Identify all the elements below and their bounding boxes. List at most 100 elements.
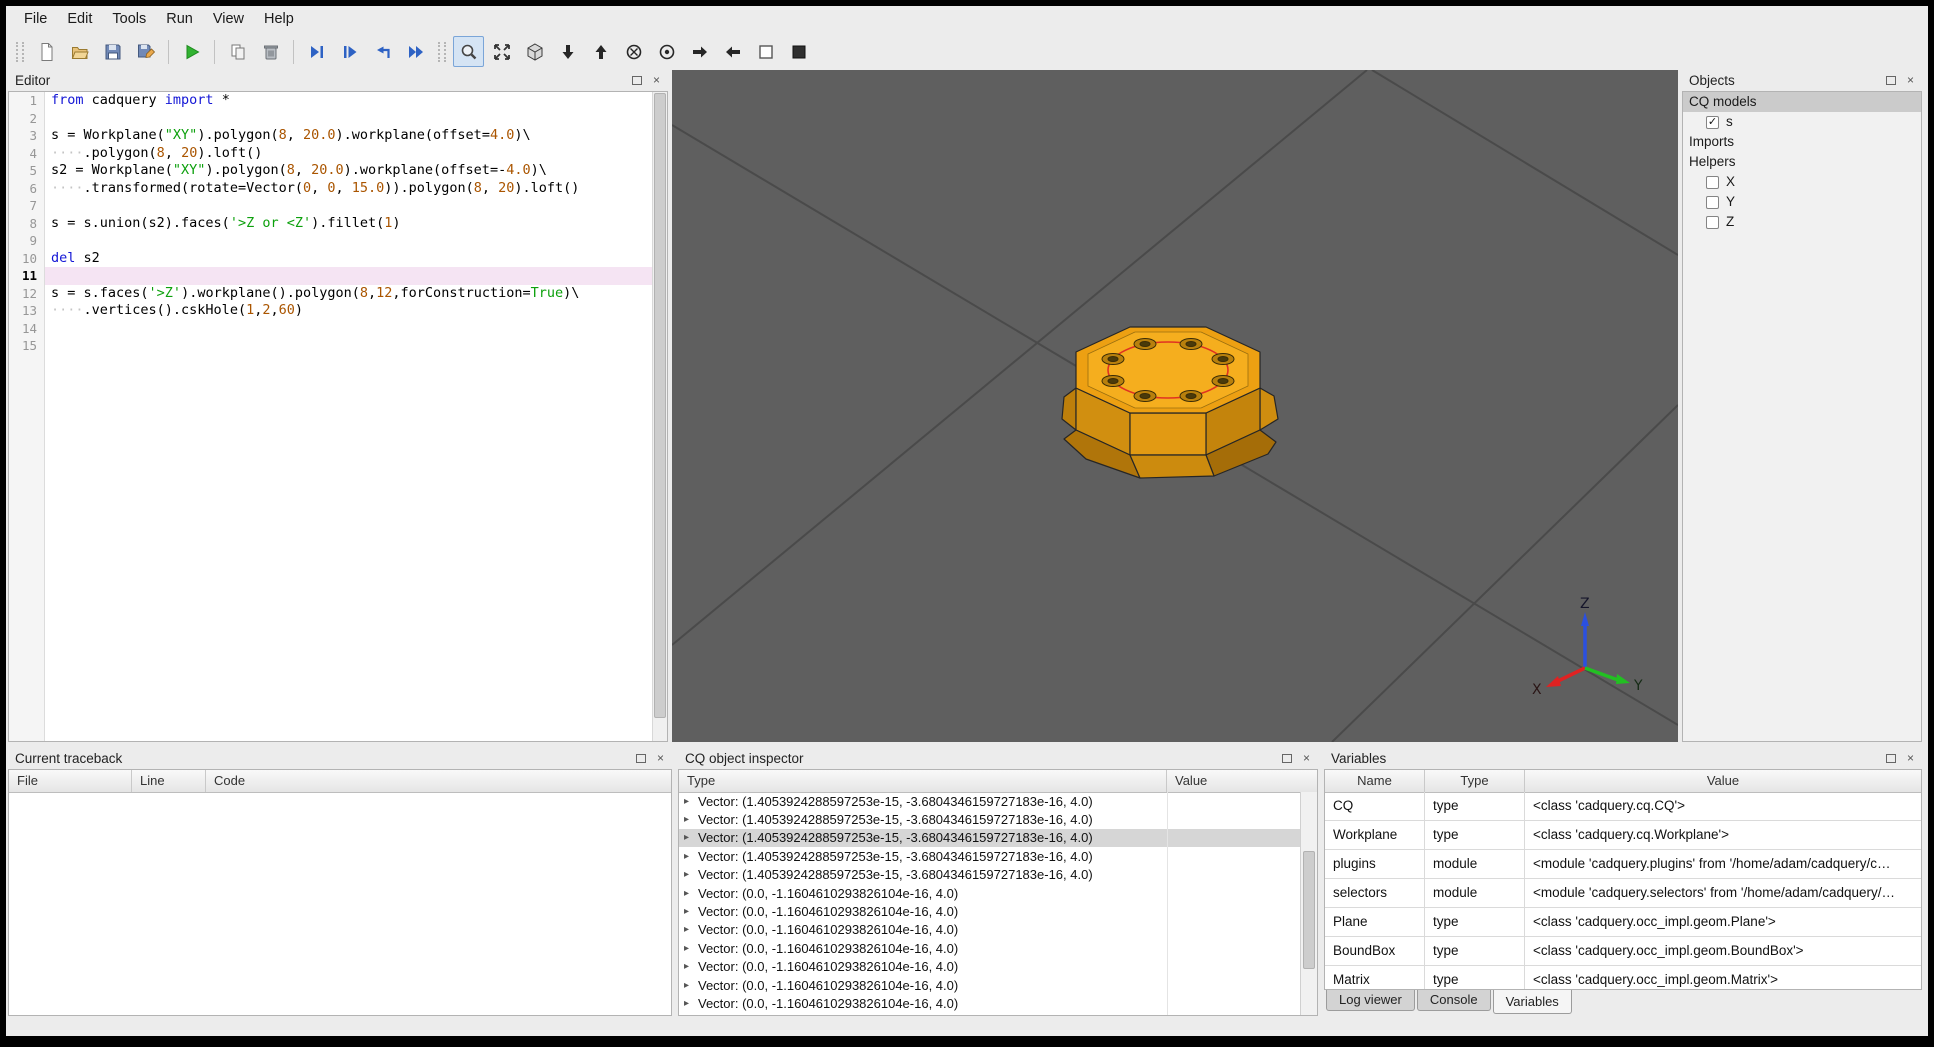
code-line[interactable]: from cadquery import *: [45, 92, 653, 110]
code-line[interactable]: ····.vertices().cskHole(1,2,60): [45, 302, 653, 320]
expand-arrow-icon[interactable]: ▸: [684, 869, 698, 880]
close-panel-icon[interactable]: ×: [1903, 73, 1918, 88]
code-line[interactable]: s = s.faces('>Z').workplane().polygon(8,…: [45, 285, 653, 303]
code-line[interactable]: s = s.union(s2).faces('>Z or <Z').fillet…: [45, 215, 653, 233]
inspector-row[interactable]: ▸ Vector: (0.0, -1.1604610293826104e-16, …: [679, 939, 1301, 957]
top-view-button[interactable]: [552, 36, 583, 67]
column-header-type[interactable]: Type: [679, 770, 1167, 792]
close-panel-icon[interactable]: ×: [1299, 751, 1314, 766]
code-line[interactable]: del s2: [45, 250, 653, 268]
inspector-row[interactable]: ▸ Vector: (1.4053924288597253e-15, -3.680…: [679, 828, 1301, 848]
tree-group-helpers[interactable]: Helpers: [1683, 152, 1921, 172]
scrollbar-handle[interactable]: [654, 93, 666, 719]
table-row[interactable]: Workplane type <class 'cadquery.cq.Workpla…: [1325, 821, 1921, 850]
inspector-row[interactable]: ▸ Vector: (0.0, -1.1604610293826104e-16, …: [679, 958, 1301, 976]
table-row[interactable]: Plane type <class 'cadquery.occ_impl.geom.…: [1325, 908, 1921, 937]
float-panel-icon[interactable]: [1883, 73, 1898, 88]
fit-all-button[interactable]: [486, 36, 517, 67]
inspector-scrollbar[interactable]: [1300, 792, 1317, 1015]
expand-arrow-icon[interactable]: ▸: [684, 906, 698, 917]
tab-log-viewer[interactable]: Log viewer: [1326, 990, 1415, 1011]
zoom-to-fit-button[interactable]: [453, 36, 484, 67]
code-area[interactable]: from cadquery import * s = Workplane("XY"…: [45, 92, 653, 741]
table-row[interactable]: BoundBox type <class 'cadquery.occ_impl.ge…: [1325, 937, 1921, 966]
table-row[interactable]: Matrix type <class 'cadquery.occ_impl.geom…: [1325, 966, 1921, 989]
expand-arrow-icon[interactable]: ▸: [684, 814, 698, 825]
checkbox-y[interactable]: [1706, 195, 1719, 209]
bottom-view-button[interactable]: [585, 36, 616, 67]
expand-arrow-icon[interactable]: ▸: [684, 832, 698, 843]
expand-arrow-icon[interactable]: ▸: [684, 998, 698, 1009]
viewport-canvas[interactable]: Z X Y: [672, 70, 1678, 742]
render-button[interactable]: [176, 36, 207, 67]
expand-arrow-icon[interactable]: ▸: [684, 980, 698, 991]
expand-arrow-icon[interactable]: ▸: [684, 943, 698, 954]
close-panel-icon[interactable]: ×: [649, 73, 664, 88]
expand-arrow-icon[interactable]: ▸: [684, 851, 698, 862]
expand-arrow-icon[interactable]: ▸: [684, 796, 698, 807]
menu-file[interactable]: File: [14, 6, 57, 33]
column-header-value[interactable]: Value: [1167, 770, 1317, 792]
save-as-button[interactable]: [130, 36, 161, 67]
tab-console[interactable]: Console: [1416, 990, 1491, 1011]
tree-group-cq-models[interactable]: CQ models: [1683, 92, 1921, 112]
save-button[interactable]: [97, 36, 128, 67]
column-header-code[interactable]: Code: [206, 770, 671, 792]
left-view-button[interactable]: [717, 36, 748, 67]
tree-item-x[interactable]: X: [1683, 172, 1921, 192]
right-view-button[interactable]: [684, 36, 715, 67]
float-panel-icon[interactable]: [1279, 751, 1294, 766]
checkbox-x[interactable]: [1706, 175, 1719, 189]
code-line[interactable]: [45, 197, 653, 215]
scrollbar-handle[interactable]: [1303, 850, 1315, 969]
column-header-type[interactable]: Type: [1425, 770, 1525, 792]
shaded-mode-button[interactable]: [783, 36, 814, 67]
column-header-line[interactable]: Line: [132, 770, 206, 792]
inspector-row[interactable]: ▸ Vector: (0.0, -1.1604610293826104e-16, …: [679, 921, 1301, 939]
tab-variables[interactable]: Variables: [1492, 990, 1572, 1014]
checkbox-s[interactable]: ✓: [1706, 115, 1719, 129]
column-header-name[interactable]: Name: [1325, 770, 1425, 792]
debug-continue-button[interactable]: [400, 36, 431, 67]
expand-arrow-icon[interactable]: ▸: [684, 924, 698, 935]
float-panel-icon[interactable]: [1883, 751, 1898, 766]
back-view-button[interactable]: [651, 36, 682, 67]
column-header-file[interactable]: File: [9, 770, 132, 792]
expand-arrow-icon[interactable]: ▸: [684, 961, 698, 972]
inspector-row[interactable]: ▸ Vector: (1.4053924288597253e-15, -3.680…: [679, 810, 1301, 828]
expand-arrow-icon[interactable]: ▸: [684, 888, 698, 899]
debug-step-return-button[interactable]: [367, 36, 398, 67]
close-panel-icon[interactable]: ×: [1903, 751, 1918, 766]
editor-scrollbar[interactable]: [652, 92, 667, 741]
new-file-button[interactable]: [31, 36, 62, 67]
iso-view-button[interactable]: [519, 36, 550, 67]
inspector-row[interactable]: ▸ Vector: (0.0, -1.1604610293826104e-16, …: [679, 902, 1301, 920]
inspector-row[interactable]: ▸ Vector: (0.0, -1.1604610293826104e-16, …: [679, 976, 1301, 994]
debug-step-into-button[interactable]: [334, 36, 365, 67]
code-line[interactable]: ····.transformed(rotate=Vector(0, 0, 15.…: [45, 180, 653, 198]
copy-button[interactable]: [222, 36, 253, 67]
inspector-row[interactable]: ▸ Vector: (0.0, -1.1604610293826104e-16, …: [679, 884, 1301, 902]
menu-view[interactable]: View: [203, 6, 254, 33]
wireframe-mode-button[interactable]: [750, 36, 781, 67]
cq-model[interactable]: [1061, 326, 1279, 479]
open-file-button[interactable]: [64, 36, 95, 67]
code-line[interactable]: [45, 232, 653, 250]
tree-group-imports[interactable]: Imports: [1683, 132, 1921, 152]
table-row[interactable]: CQ type <class 'cadquery.cq.CQ'>: [1325, 792, 1921, 821]
code-editor[interactable]: 1 2 3 4 5 6 7 8 9 10 11 12 13 14 15 from cadquery impo…: [8, 91, 668, 742]
float-panel-icon[interactable]: [633, 751, 648, 766]
checkbox-z[interactable]: [1706, 215, 1719, 229]
code-line[interactable]: [45, 110, 653, 128]
close-panel-icon[interactable]: ×: [653, 751, 668, 766]
toolbar-drag-handle[interactable]: [16, 41, 24, 62]
code-line[interactable]: [45, 337, 653, 355]
front-view-button[interactable]: [618, 36, 649, 67]
code-line[interactable]: s = Workplane("XY").polygon(8, 20.0).wor…: [45, 127, 653, 145]
inspector-row[interactable]: ▸ Vector: (1.4053924288597253e-15, -3.680…: [679, 866, 1301, 884]
code-line[interactable]: [45, 320, 653, 338]
inspector-row[interactable]: ▸ Vector: (0.0, -1.1604610293826104e-16, …: [679, 994, 1301, 1012]
menu-tools[interactable]: Tools: [102, 6, 156, 33]
float-panel-icon[interactable]: [629, 73, 644, 88]
3d-viewport[interactable]: Z X Y: [672, 70, 1678, 742]
